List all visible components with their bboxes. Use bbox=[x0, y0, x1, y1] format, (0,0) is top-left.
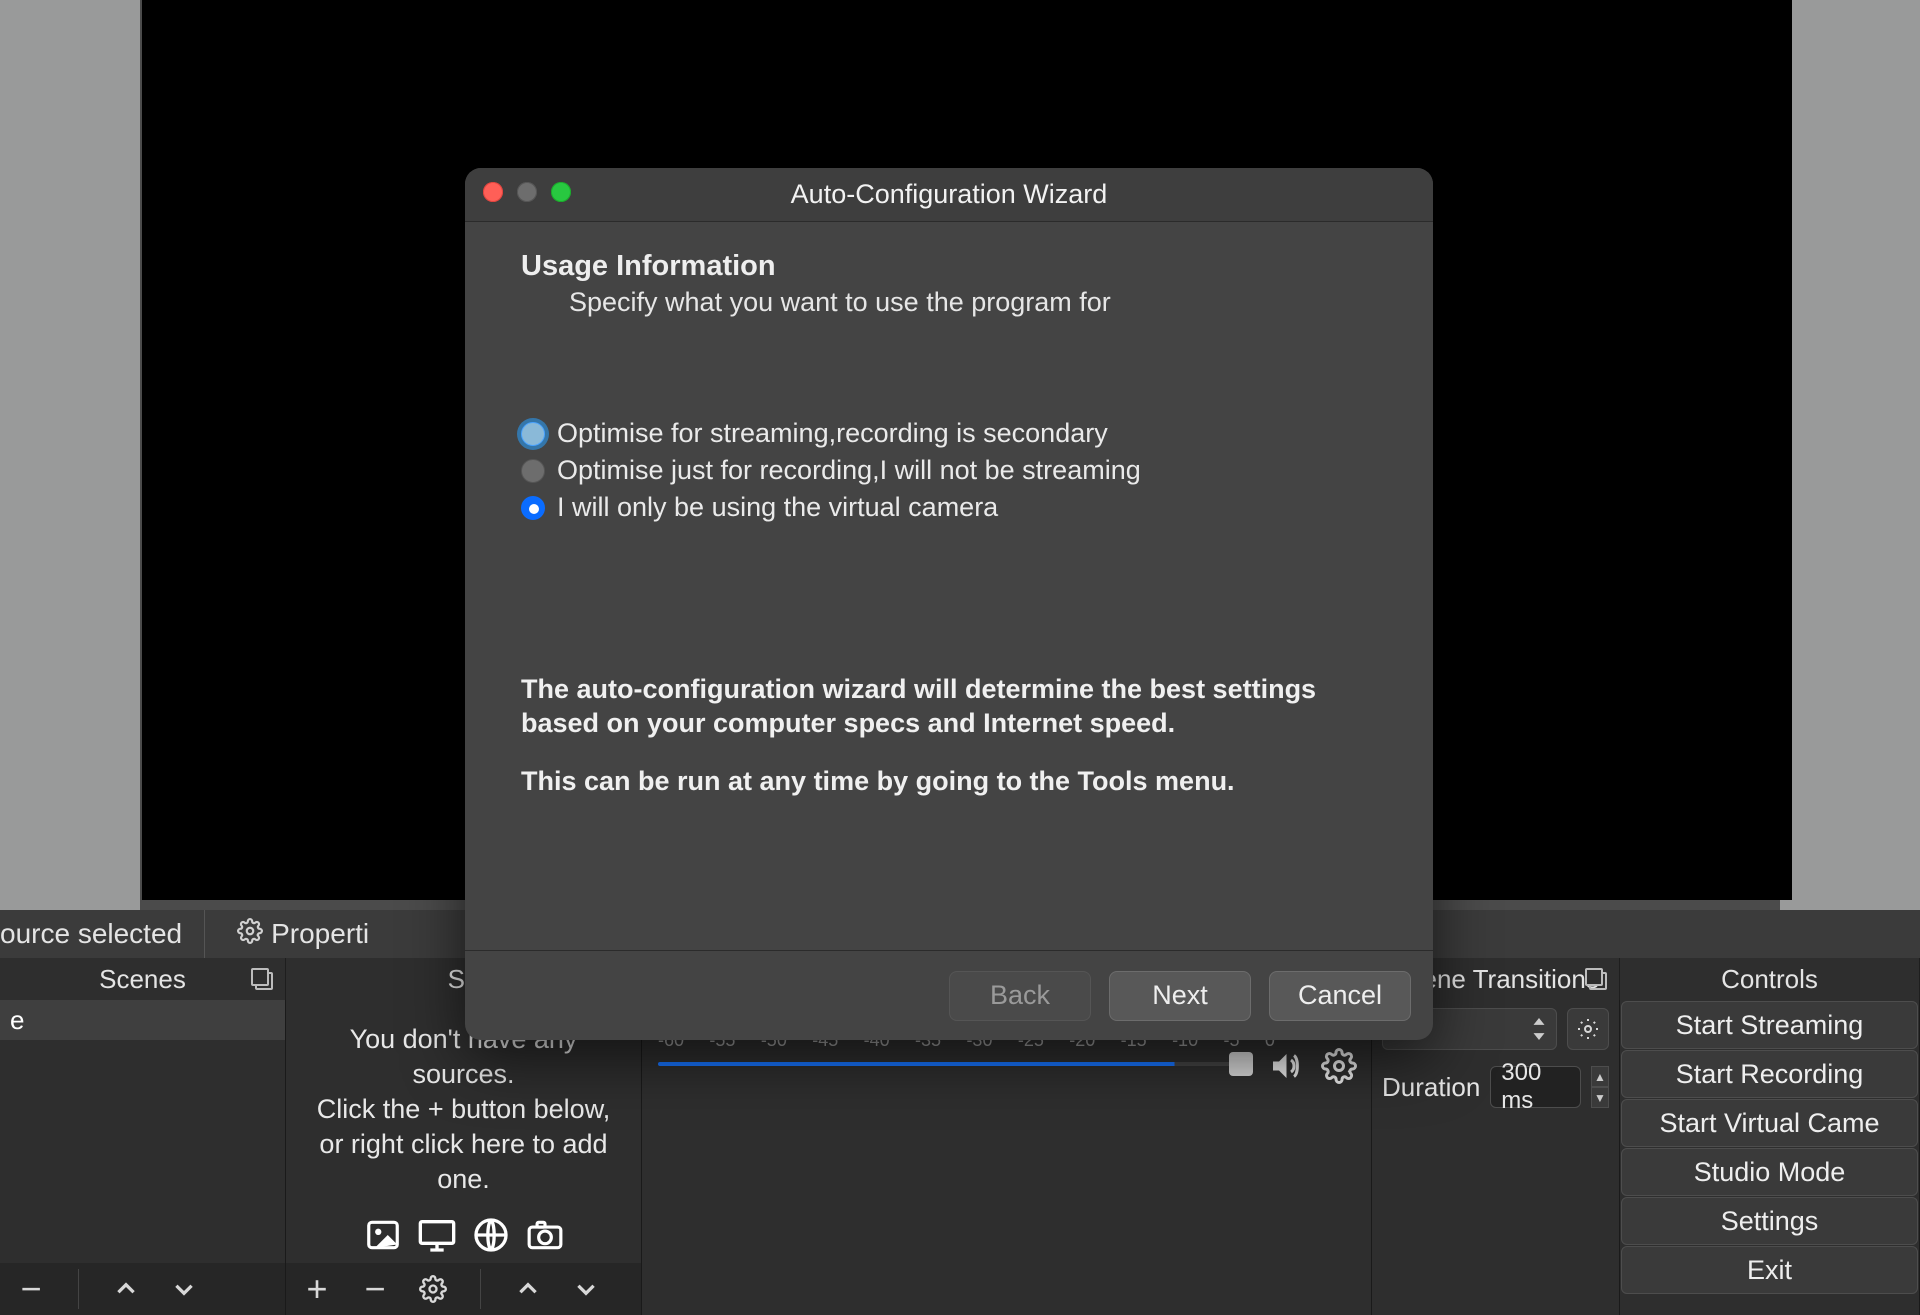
wizard-desc-line2: This can be run at any time by going to … bbox=[521, 765, 1377, 799]
app-root: ource selected Properti Scenes So Scene … bbox=[0, 0, 1920, 1315]
panel-transitions: le Duration 300 ms ▲ ▼ bbox=[1372, 1000, 1620, 1315]
duration-label: Duration bbox=[1382, 1072, 1480, 1103]
radio-recording[interactable]: Optimise just for recording,I will not b… bbox=[521, 455, 1377, 486]
volume-slider-knob[interactable] bbox=[1229, 1052, 1253, 1076]
move-down-button[interactable] bbox=[167, 1272, 201, 1306]
dialog-button-row: Back Next Cancel bbox=[465, 950, 1433, 1040]
usage-radio-group: Optimise for streaming,recording is seco… bbox=[521, 418, 1377, 523]
duration-input[interactable]: 300 ms bbox=[1490, 1066, 1581, 1108]
display-source-icon bbox=[415, 1215, 459, 1255]
duration-stepper[interactable]: ▲ ▼ bbox=[1591, 1066, 1609, 1108]
remove-source-button[interactable]: − bbox=[358, 1272, 392, 1306]
popout-icon[interactable] bbox=[255, 966, 275, 986]
sources-type-icons bbox=[286, 1215, 641, 1255]
dialog-body: Usage Information Specify what you want … bbox=[465, 222, 1433, 798]
sources-msg-line2: Click the + button below, bbox=[298, 1092, 629, 1127]
settings-button[interactable]: Settings bbox=[1621, 1197, 1918, 1245]
gear-icon bbox=[237, 918, 263, 951]
cancel-button[interactable]: Cancel bbox=[1269, 971, 1411, 1021]
dock-header-controls-label: Controls bbox=[1721, 964, 1818, 995]
radio-icon bbox=[521, 496, 545, 520]
status-text: ource selected bbox=[0, 918, 182, 950]
scene-item[interactable]: e bbox=[0, 1000, 285, 1040]
next-button[interactable]: Next bbox=[1109, 971, 1251, 1021]
scenes-toolbar: − bbox=[0, 1263, 285, 1315]
source-settings-button[interactable] bbox=[416, 1272, 450, 1306]
zoom-window-button[interactable] bbox=[551, 182, 571, 202]
properties-button[interactable]: Properti bbox=[237, 918, 369, 951]
exit-button[interactable]: Exit bbox=[1621, 1246, 1918, 1294]
camera-source-icon bbox=[523, 1215, 567, 1255]
wizard-description: The auto-configuration wizard will deter… bbox=[521, 673, 1377, 798]
studio-mode-button[interactable]: Studio Mode bbox=[1621, 1148, 1918, 1196]
image-source-icon bbox=[361, 1215, 405, 1255]
radio-streaming[interactable]: Optimise for streaming,recording is seco… bbox=[521, 418, 1377, 449]
panel-scenes: e − bbox=[0, 1000, 286, 1315]
browser-source-icon bbox=[469, 1215, 513, 1255]
chevron-down-icon[interactable]: ▼ bbox=[1591, 1087, 1609, 1108]
chevron-up-icon[interactable]: ▲ bbox=[1591, 1066, 1609, 1087]
move-down-button[interactable] bbox=[569, 1272, 603, 1306]
dock-header-scenes-label: Scenes bbox=[99, 964, 186, 995]
radio-icon bbox=[521, 459, 545, 483]
dock-header-scenes[interactable]: Scenes bbox=[0, 958, 286, 1000]
popout-icon[interactable] bbox=[1589, 966, 1609, 986]
start-virtual-camera-button[interactable]: Start Virtual Came bbox=[1621, 1099, 1918, 1147]
minimize-window-button bbox=[517, 182, 537, 202]
back-button: Back bbox=[949, 971, 1091, 1021]
chevron-updown-icon bbox=[1532, 1018, 1546, 1040]
move-up-button[interactable] bbox=[511, 1272, 545, 1306]
sources-toolbar: + − bbox=[286, 1263, 641, 1315]
start-streaming-button[interactable]: Start Streaming bbox=[1621, 1001, 1918, 1049]
close-window-button[interactable] bbox=[483, 182, 503, 202]
radio-virtual-camera[interactable]: I will only be using the virtual camera bbox=[521, 492, 1377, 523]
panel-controls: Start Streaming Start Recording Start Vi… bbox=[1620, 1000, 1920, 1315]
wizard-desc-line1: The auto-configuration wizard will deter… bbox=[521, 673, 1377, 741]
add-source-button[interactable]: + bbox=[300, 1272, 334, 1306]
remove-scene-button[interactable]: − bbox=[14, 1272, 48, 1306]
status-separator bbox=[204, 910, 205, 958]
dialog-titlebar[interactable]: Auto-Configuration Wizard bbox=[465, 168, 1433, 222]
mixer-settings-button[interactable] bbox=[1321, 1048, 1357, 1084]
radio-label: I will only be using the virtual camera bbox=[557, 492, 998, 523]
traffic-lights bbox=[483, 182, 571, 202]
dialog-title: Auto-Configuration Wizard bbox=[791, 179, 1108, 210]
sources-msg-line3: or right click here to add one. bbox=[298, 1127, 629, 1197]
panel-sources[interactable]: You don't have any sources. Click the + … bbox=[286, 1000, 642, 1315]
wizard-heading: Usage Information bbox=[521, 250, 1377, 283]
transition-settings-button[interactable] bbox=[1567, 1008, 1609, 1050]
wizard-subheading: Specify what you want to use the program… bbox=[521, 287, 1377, 318]
auto-config-wizard-dialog: Auto-Configuration Wizard Usage Informat… bbox=[465, 168, 1433, 1040]
move-up-button[interactable] bbox=[109, 1272, 143, 1306]
start-recording-button[interactable]: Start Recording bbox=[1621, 1050, 1918, 1098]
panel-mixer: -60 -55 -50 -45 -40 -35 -30 -25 -20 -15 … bbox=[642, 1000, 1372, 1315]
radio-icon bbox=[521, 422, 545, 446]
radio-label: Optimise for streaming,recording is seco… bbox=[557, 418, 1108, 449]
volume-slider-track[interactable] bbox=[658, 1062, 1245, 1066]
duration-value: 300 ms bbox=[1501, 1059, 1570, 1115]
properties-label: Properti bbox=[271, 918, 369, 950]
dock-header-controls[interactable]: Controls bbox=[1620, 958, 1920, 1000]
radio-label: Optimise just for recording,I will not b… bbox=[557, 455, 1141, 486]
dock-body: e − You don't have any sources. Click th… bbox=[0, 1000, 1920, 1315]
scene-item-label: e bbox=[10, 1005, 24, 1036]
mute-button[interactable] bbox=[1267, 1048, 1303, 1084]
